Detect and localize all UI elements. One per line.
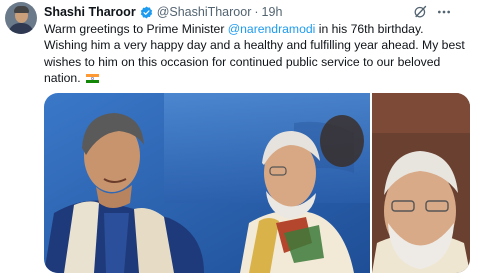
tweet-text: Warm greetings to Prime Minister @narend…: [44, 21, 470, 87]
photo-portrait[interactable]: [372, 93, 470, 273]
india-flag-icon: [85, 71, 99, 84]
avatar[interactable]: [5, 2, 37, 34]
separator-dot: ·: [254, 5, 259, 19]
more-icon[interactable]: [436, 4, 452, 20]
tweet-media[interactable]: [44, 93, 470, 273]
author-name[interactable]: Shashi Tharoor: [44, 5, 136, 19]
timestamp[interactable]: 19h: [262, 5, 283, 19]
grok-icon[interactable]: [413, 4, 428, 19]
author-handle[interactable]: @ShashiTharoor: [157, 5, 252, 19]
photo-greeting[interactable]: [44, 93, 370, 273]
mention-link[interactable]: @narendramodi: [228, 22, 316, 36]
tweet-header: Shashi Tharoor @ShashiTharoor · 19h: [44, 4, 282, 20]
tweet-text-intro: Warm greetings to Prime Minister: [44, 22, 228, 36]
verified-badge-icon: [140, 6, 153, 19]
